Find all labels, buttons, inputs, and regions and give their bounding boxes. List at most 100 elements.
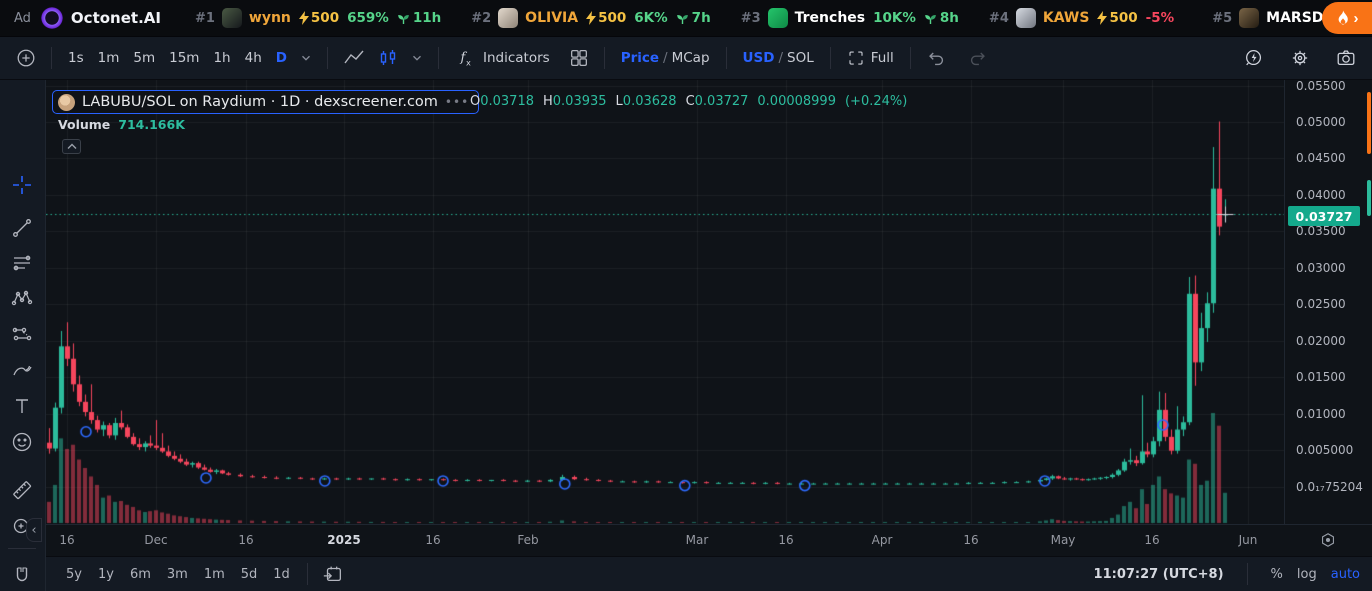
token-name: wynn [249,10,291,26]
price-axis-label: 0.0₁₇75204 [1296,480,1363,494]
token-avatar [1239,8,1259,28]
screenshot-camera-icon[interactable] [1330,44,1362,72]
mcap-mode[interactable]: MCap [672,50,710,66]
volume-value: 714.166K [118,117,185,132]
timeframe-1s[interactable]: 1s [61,46,91,70]
undo-button[interactable] [920,44,952,72]
range-1y[interactable]: 1y [90,564,122,585]
token-boost: 500 [586,10,626,26]
timeframe-D-active[interactable]: D [269,46,294,70]
percent-scale-button[interactable]: % [1271,567,1283,582]
time-axis-label: 16 [59,533,74,547]
legend-more-button[interactable]: ••• [445,95,469,109]
range-3m[interactable]: 3m [159,564,196,585]
range-5d[interactable]: 5d [233,564,266,585]
redo-button[interactable] [962,44,994,72]
ad-brand-link[interactable]: Octonet.AI [71,9,161,27]
price-axis-label: 0.02000 [1296,334,1346,348]
toolbar-divider [726,47,727,69]
timeframe-1m[interactable]: 1m [91,46,127,70]
time-axis[interactable]: 16Dec16202516FebMar16Apr16May16Jun [46,524,1372,556]
trending-token[interactable]: #4KAWS500-5% [989,8,1182,28]
timeframe-1h[interactable]: 1h [206,46,237,70]
price-mode-active[interactable]: Price [621,50,659,66]
chart-type-chevron-icon[interactable] [405,48,429,68]
magnet-tool-icon[interactable] [8,562,36,590]
quick-action-icon[interactable] [1238,44,1270,72]
age-value: 11h [413,10,441,26]
symbol-search-button[interactable] [10,44,42,72]
range-1d[interactable]: 1d [265,564,298,585]
axis-settings-icon[interactable] [1318,530,1338,550]
price-axis-label: 0.03000 [1296,261,1346,275]
price-mcap-toggle[interactable]: Price / MCap [614,46,717,70]
measure-ruler-icon[interactable] [8,476,36,504]
price-axis[interactable]: 0.055000.050000.045000.040000.035000.030… [1284,80,1372,524]
timeframe-15m[interactable]: 15m [162,46,206,70]
price-axis-label: 0.05500 [1296,79,1346,93]
timeframe-5m[interactable]: 5m [126,46,162,70]
pattern-tool-icon[interactable] [8,285,36,313]
clock-timezone-button[interactable]: 11:07:27 (UTC+8) [1094,567,1224,582]
timeframe-4h[interactable]: 4h [238,46,269,70]
time-axis-label: Mar [686,533,709,547]
token-rank: #1 [195,11,215,26]
time-axis-label: Apr [872,533,893,547]
usd-sol-toggle[interactable]: USD / SOL [736,46,821,70]
log-scale-button[interactable]: log [1297,567,1317,582]
price-chart-canvas[interactable] [46,80,1284,524]
settings-gear-icon[interactable] [1284,44,1316,72]
emoji-tool-icon[interactable] [8,428,36,456]
token-avatar [222,8,242,28]
go-to-date-icon[interactable] [317,560,349,588]
projection-tool-icon[interactable] [8,320,36,348]
token-age: 8h [924,10,959,26]
sol-mode[interactable]: SOL [787,50,814,66]
range-6m[interactable]: 6m [122,564,159,585]
open-value: 0.03718 [480,94,534,109]
trending-token[interactable]: #2OLIVIA5006K%7h [471,8,710,28]
text-tool-icon[interactable] [8,392,36,420]
token-name: OLIVIA [525,10,578,26]
trending-token[interactable]: #1wynn500659%11h [195,8,441,28]
usd-mode-active[interactable]: USD [743,50,775,66]
panel-collapse-handle[interactable]: ‹ [26,518,42,542]
current-price-badge: 0.03727 [1288,206,1360,226]
token-rank: #2 [471,11,491,26]
sprout-icon [676,12,692,25]
sprout-icon [397,12,413,25]
candles-chart-type-icon[interactable] [371,43,405,73]
edge-marker-teal [1367,180,1371,216]
trend-line-tool-icon[interactable] [8,214,36,242]
time-axis-label: Jun [1239,533,1258,547]
edge-marker-orange [1367,92,1371,154]
octonet-logo-icon [41,7,63,29]
boosted-tokens-button[interactable]: › [1322,2,1372,34]
trending-token[interactable]: #3Trenches10K%8h [741,8,959,28]
fullscreen-button[interactable]: Full [840,45,901,71]
chart-toolbar: 1s1m5m15m1h4hD fx Indicators Price / MC [0,37,1372,80]
token-age: 7h [676,10,711,26]
price-axis-label: 0.005000 [1296,443,1353,457]
price-axis-label: 0.01000 [1296,407,1346,421]
crosshair-tool-icon[interactable] [8,171,36,199]
time-axis-label: May [1051,533,1076,547]
layout-grid-icon[interactable] [563,44,595,72]
range-1m[interactable]: 1m [196,564,233,585]
indicators-button[interactable]: fx Indicators [448,43,557,73]
brush-tool-icon[interactable] [8,356,36,384]
auto-scale-button[interactable]: auto [1331,567,1360,582]
legend-collapse-button[interactable] [62,139,81,154]
timeframe-menu-chevron-icon[interactable] [294,48,318,68]
trading-chart-app: Ad Octonet.AI #1wynn500659%11h#2OLIVIA50… [0,0,1372,591]
sprout-icon [924,12,940,25]
volume-label: Volume [58,117,110,132]
time-axis-label: 16 [963,533,978,547]
change-absolute: 0.00008999 [757,94,836,109]
bottombar-divider [307,563,308,585]
symbol-legend[interactable]: LABUBU/SOL on Raydium · 1D · dexscreener… [52,90,479,114]
fib-lines-tool-icon[interactable] [8,249,36,277]
range-5y[interactable]: 5y [58,564,90,585]
line-chart-type-icon[interactable] [337,43,371,73]
fx-icon: fx [455,47,477,69]
